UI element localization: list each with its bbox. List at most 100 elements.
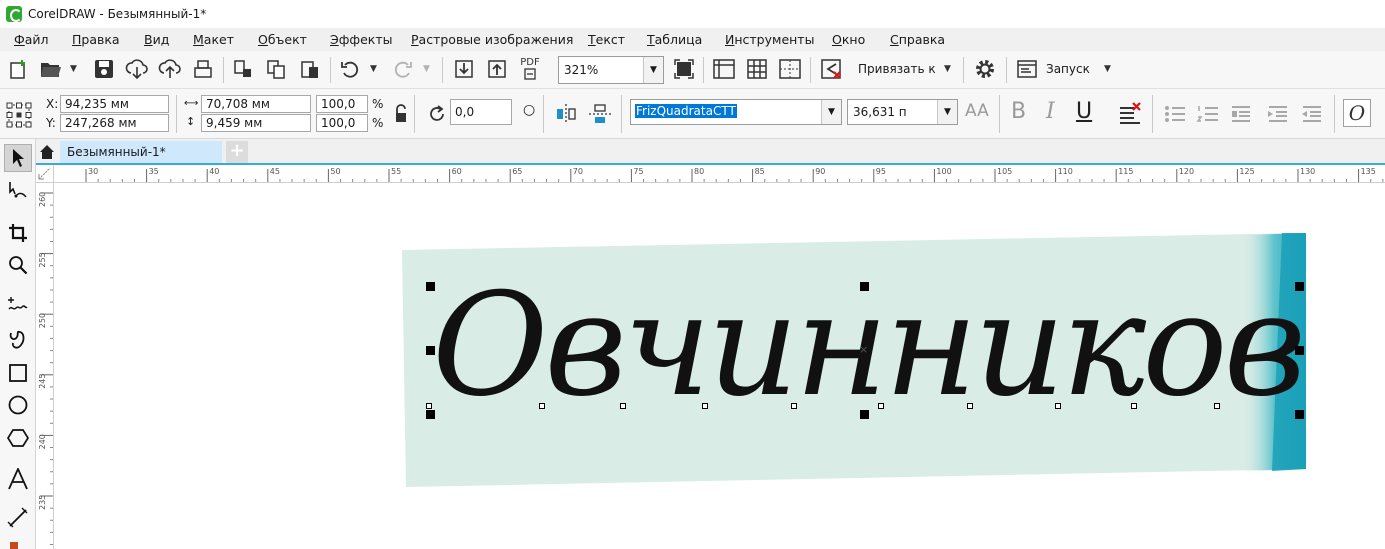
italic-button[interactable]: I — [1046, 99, 1055, 124]
text-node[interactable] — [791, 403, 797, 409]
drop-cap-icon[interactable] — [1228, 101, 1254, 127]
text-node[interactable] — [426, 403, 432, 409]
show-grid-icon[interactable] — [744, 56, 770, 82]
redo-dropdown-chevron-icon[interactable]: ▼ — [423, 64, 430, 74]
rotation-angle-field[interactable]: 0,0 — [450, 99, 512, 125]
snap-to-dropdown-chevron-icon[interactable]: ▼ — [944, 64, 951, 74]
numbered-list-icon[interactable] — [1195, 101, 1221, 127]
selection-handle-middle-left[interactable] — [426, 346, 435, 355]
selection-handle-top-left[interactable] — [426, 282, 435, 291]
text-node[interactable] — [539, 403, 545, 409]
export-pdf-icon[interactable]: PDF — [517, 56, 543, 82]
horizontal-ruler[interactable]: 30 35 40 45 50 55 60 65 70 75 80 85 90 95 100 105 110 115… — [36, 165, 1385, 183]
undo-dropdown-chevron-icon[interactable]: ▼ — [370, 64, 377, 74]
text-node[interactable] — [620, 403, 626, 409]
text-tool-icon[interactable] — [4, 465, 32, 493]
selection-handle-bottom-left[interactable] — [426, 410, 435, 419]
increase-indent-icon[interactable] — [1265, 101, 1291, 127]
decrease-indent-icon[interactable] — [1299, 101, 1325, 127]
show-guidelines-icon[interactable] — [777, 56, 803, 82]
mirror-horizontal-icon[interactable] — [553, 101, 579, 127]
bullet-list-icon[interactable] — [1162, 101, 1188, 127]
export-arrow-icon[interactable] — [484, 56, 510, 82]
menu-file[interactable]: Файл — [14, 32, 49, 47]
menu-object[interactable]: Объект — [258, 32, 307, 47]
copy-properties-icon[interactable] — [263, 56, 289, 82]
zoom-level-combo[interactable]: 321% ▼ — [558, 56, 664, 84]
menu-text[interactable]: Текст — [588, 32, 625, 47]
paste-icon[interactable] — [297, 56, 323, 82]
text-properties-icon[interactable]: O — [1343, 99, 1371, 127]
new-document-icon[interactable] — [6, 56, 32, 82]
text-node[interactable] — [967, 403, 973, 409]
open-folder-icon[interactable] — [38, 56, 64, 82]
selection-handle-top-center[interactable] — [860, 282, 869, 291]
redo-icon[interactable] — [390, 56, 416, 82]
pick-tool-icon[interactable] — [4, 144, 32, 172]
font-list-combo[interactable]: FrizQuadrataCTT ▼ — [630, 99, 842, 125]
x-position-field[interactable]: 94,235 мм — [60, 95, 169, 113]
welcome-home-icon[interactable] — [36, 141, 58, 163]
font-dropdown-chevron-icon[interactable]: ▼ — [821, 100, 841, 124]
freehand-tool-icon[interactable] — [4, 291, 32, 319]
polygon-tool-icon[interactable] — [4, 424, 32, 452]
menu-effects[interactable]: Эффекты — [330, 32, 393, 47]
undo-icon[interactable] — [337, 56, 363, 82]
launch-icon[interactable] — [1014, 56, 1040, 82]
menu-edit[interactable]: Правка — [72, 32, 120, 47]
selection-handle-middle-right[interactable] — [1295, 346, 1304, 355]
text-node[interactable] — [878, 403, 884, 409]
width-field[interactable]: 70,708 мм — [201, 95, 311, 113]
launch-label[interactable]: Запуск — [1046, 62, 1090, 76]
underline-button[interactable]: U — [1076, 99, 1092, 124]
mirror-vertical-icon[interactable] — [587, 101, 613, 127]
lock-ratio-icon[interactable] — [388, 101, 414, 127]
text-node[interactable] — [1214, 403, 1220, 409]
vertical-ruler[interactable]: 260 255 250 245 240 235 — [36, 183, 54, 549]
snap-off-icon[interactable] — [819, 56, 845, 82]
full-screen-icon[interactable] — [671, 56, 697, 82]
tab-document[interactable]: Безымянный-1* — [60, 141, 222, 163]
scale-x-field[interactable]: 100,0 — [316, 95, 368, 113]
open-dropdown-chevron-icon[interactable]: ▼ — [70, 64, 77, 74]
dimension-tool-icon[interactable] — [4, 504, 32, 532]
crop-tool-icon[interactable] — [4, 219, 32, 247]
snap-to-label[interactable]: Привязать к — [858, 62, 936, 76]
bold-button[interactable]: B — [1011, 99, 1026, 124]
selection-handle-bottom-right[interactable] — [1295, 410, 1304, 419]
height-field[interactable]: 9,459 мм — [201, 114, 311, 132]
artistic-media-tool-icon[interactable] — [4, 326, 32, 354]
selection-handle-top-right[interactable] — [1295, 282, 1304, 291]
menu-window[interactable]: Окно — [832, 32, 865, 47]
ellipse-tool-icon[interactable] — [4, 391, 32, 419]
import-arrow-icon[interactable] — [451, 56, 477, 82]
shape-tool-icon[interactable] — [4, 177, 32, 205]
zoom-dropdown-chevron-icon[interactable]: ▼ — [643, 57, 663, 83]
menu-help[interactable]: Справка — [890, 32, 945, 47]
show-rulers-icon[interactable] — [711, 56, 737, 82]
font-size-combo[interactable]: 36,631 п ▼ — [847, 99, 958, 125]
launch-dropdown-chevron-icon[interactable]: ▼ — [1104, 64, 1111, 74]
text-node[interactable] — [702, 403, 708, 409]
save-icon[interactable] — [91, 56, 117, 82]
menu-tools[interactable]: Инструменты — [725, 32, 814, 47]
text-node[interactable] — [1055, 403, 1061, 409]
menu-view[interactable]: Вид — [144, 32, 169, 47]
options-gear-icon[interactable] — [972, 56, 998, 82]
export-icon[interactable] — [157, 56, 183, 82]
y-position-field[interactable]: 247,268 мм — [60, 114, 169, 132]
rectangle-tool-icon[interactable] — [4, 359, 32, 387]
interactive-fill-tool-icon[interactable] — [10, 542, 18, 549]
clear-formatting-icon[interactable] — [1117, 101, 1143, 127]
corel-connect-icon[interactable] — [230, 56, 256, 82]
reference-point-icon[interactable] — [4, 100, 34, 130]
text-node[interactable] — [1131, 403, 1137, 409]
menu-layout[interactable]: Макет — [193, 32, 234, 47]
font-scaling-icon[interactable]: AA — [965, 101, 989, 121]
zoom-tool-icon[interactable] — [4, 251, 32, 279]
selection-handle-bottom-center[interactable] — [860, 410, 869, 419]
menu-bitmaps[interactable]: Растровые изображения — [411, 32, 573, 47]
print-icon[interactable] — [190, 56, 216, 82]
import-icon[interactable] — [124, 56, 150, 82]
menu-table[interactable]: Таблица — [647, 32, 702, 47]
